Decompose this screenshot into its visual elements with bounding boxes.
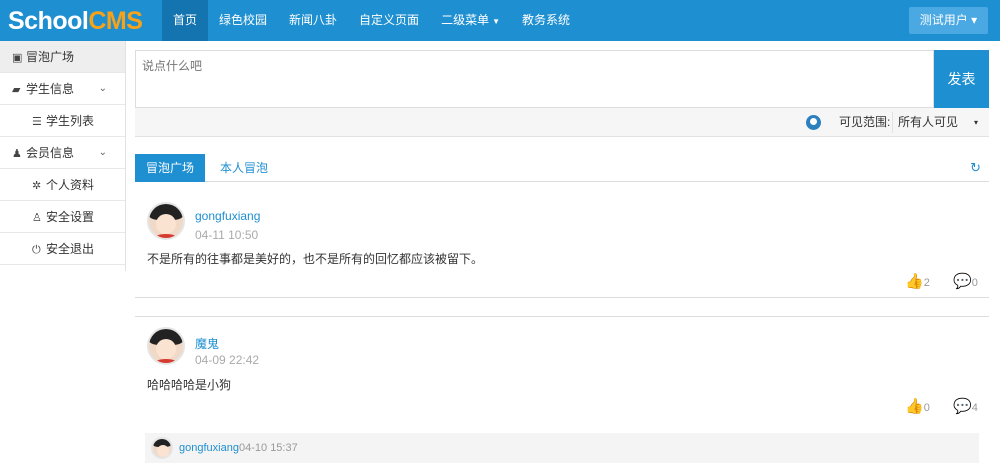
tab-my-bubbles[interactable]: 本人冒泡: [209, 154, 279, 182]
logo-text-school: School: [8, 7, 89, 35]
chevron-down-icon: ⌄: [98, 147, 107, 158]
thumbs-up-icon: 👍: [905, 398, 924, 415]
post-composer: [135, 50, 934, 108]
comment-count: 0: [971, 277, 978, 289]
sidebar-group-member[interactable]: ♟ 会员信息 ⌄: [0, 137, 125, 169]
comment-icon: 💬: [953, 273, 972, 290]
user-icon: ♟: [12, 148, 22, 160]
feed-post: 魔鬼 04-09 22:42 哈哈哈哈是小狗 👍0 💬4 gongfuxiang…: [135, 316, 989, 463]
sidebar-item-label: 学生信息: [26, 82, 75, 96]
privacy-value: 所有人可见: [898, 115, 959, 129]
submit-post-button[interactable]: 发表: [934, 50, 989, 108]
sidebar-item-student-list[interactable]: ☰ 学生列表: [0, 105, 125, 137]
privacy-label: 可见范围:: [839, 115, 891, 129]
comment-count: 4: [971, 402, 978, 414]
comment-button[interactable]: 💬4: [953, 397, 978, 415]
chevron-down-icon: ⌄: [98, 83, 107, 94]
like-button[interactable]: 👍2: [905, 272, 930, 290]
sidebar-item-profile[interactable]: ✲ 个人资料: [0, 169, 125, 201]
post-content: 不是所有的往事都是美好的，也不是所有的回忆都应该被留下。: [147, 252, 484, 266]
post-time: 04-09 22:42: [195, 353, 260, 367]
avatar[interactable]: [147, 202, 185, 240]
main-nav: 首页 绿色校园 新闻八卦 自定义页面 二级菜单 ▼ 教务系统: [162, 0, 581, 41]
nav-item-custom-page[interactable]: 自定义页面: [348, 0, 430, 41]
user-menu-button[interactable]: 测试用户 ▾: [909, 7, 988, 34]
post-author[interactable]: 魔鬼: [195, 335, 219, 352]
composer-options-bar: 可见范围: 所有人可见 ▾: [135, 108, 989, 137]
students-icon: ▰: [12, 84, 21, 96]
feed-post: gongfuxiang 04-11 10:50 不是所有的往事都是美好的，也不是…: [135, 192, 989, 298]
refresh-icon[interactable]: ↻: [970, 161, 981, 175]
like-count: 0: [923, 402, 930, 414]
like-count: 2: [923, 277, 930, 289]
post-content: 哈哈哈哈是小狗: [147, 378, 232, 392]
logo[interactable]: SchoolCMS: [8, 6, 143, 36]
avatar[interactable]: [147, 327, 185, 365]
sidebar-item-logout[interactable]: ⏻ 安全退出: [0, 233, 125, 265]
thumbs-up-icon: 👍: [905, 273, 924, 290]
tab-bubble-square[interactable]: 冒泡广场: [135, 154, 206, 182]
reply-author[interactable]: gongfuxiang: [179, 433, 239, 463]
post-time: 04-11 10:50: [195, 228, 259, 242]
sidebar-item-label: 个人资料: [46, 178, 95, 192]
comment-button[interactable]: 💬0: [953, 272, 978, 290]
post-input[interactable]: [136, 51, 933, 107]
lock-icon: ♙: [32, 212, 42, 224]
nav-item-submenu[interactable]: 二级菜单 ▼: [430, 0, 511, 41]
caret-down-icon: ▼: [492, 17, 500, 26]
avatar[interactable]: [151, 437, 173, 459]
caret-down-icon: ▾: [973, 118, 978, 127]
sidebar-item-label: 安全设置: [46, 210, 95, 224]
privacy-icon: [806, 115, 821, 130]
sidebar-item-bubble-square[interactable]: ▣ 冒泡广场: [0, 41, 125, 73]
nav-item-green-campus[interactable]: 绿色校园: [208, 0, 278, 41]
power-icon: ⏻: [32, 244, 41, 256]
sidebar-item-security[interactable]: ♙ 安全设置: [0, 201, 125, 233]
post-author[interactable]: gongfuxiang: [195, 209, 260, 223]
privacy-select[interactable]: 所有人可见 ▾: [892, 112, 986, 133]
list-icon: ☰: [32, 116, 42, 128]
sidebar: ▣ 冒泡广场 ▰ 学生信息 ⌄ ☰ 学生列表 ♟ 会员信息 ⌄ ✲ 个人资料 ♙ 安全设置 …: [0, 41, 126, 271]
sidebar-item-label: 安全退出: [46, 242, 95, 256]
feed-tabs: 冒泡广场 本人冒泡 ↻: [135, 154, 989, 182]
nav-item-academic[interactable]: 教务系统: [511, 0, 581, 41]
sidebar-item-label: 冒泡广场: [26, 50, 75, 64]
top-navbar: SchoolCMS 首页 绿色校园 新闻八卦 自定义页面 二级菜单 ▼ 教务系统 …: [0, 0, 1000, 41]
sidebar-group-students[interactable]: ▰ 学生信息 ⌄: [0, 73, 125, 105]
nav-submenu-label: 二级菜单: [441, 13, 490, 27]
logo-text-cms: CMS: [88, 7, 143, 35]
gear-icon: ✲: [32, 180, 42, 192]
caret-down-icon: ▾: [971, 13, 978, 27]
sidebar-item-label: 会员信息: [26, 146, 75, 160]
bubble-icon: ▣: [12, 52, 23, 64]
like-button[interactable]: 👍0: [905, 397, 930, 415]
nav-item-news[interactable]: 新闻八卦: [278, 0, 348, 41]
reply-time: 04-10 15:37: [239, 442, 298, 454]
reply-item: gongfuxiang 04-10 15:37: [145, 433, 979, 463]
nav-item-home[interactable]: 首页: [162, 0, 209, 41]
sidebar-item-label: 学生列表: [46, 114, 95, 128]
comment-icon: 💬: [953, 398, 972, 415]
user-name: 测试用户: [919, 13, 968, 27]
